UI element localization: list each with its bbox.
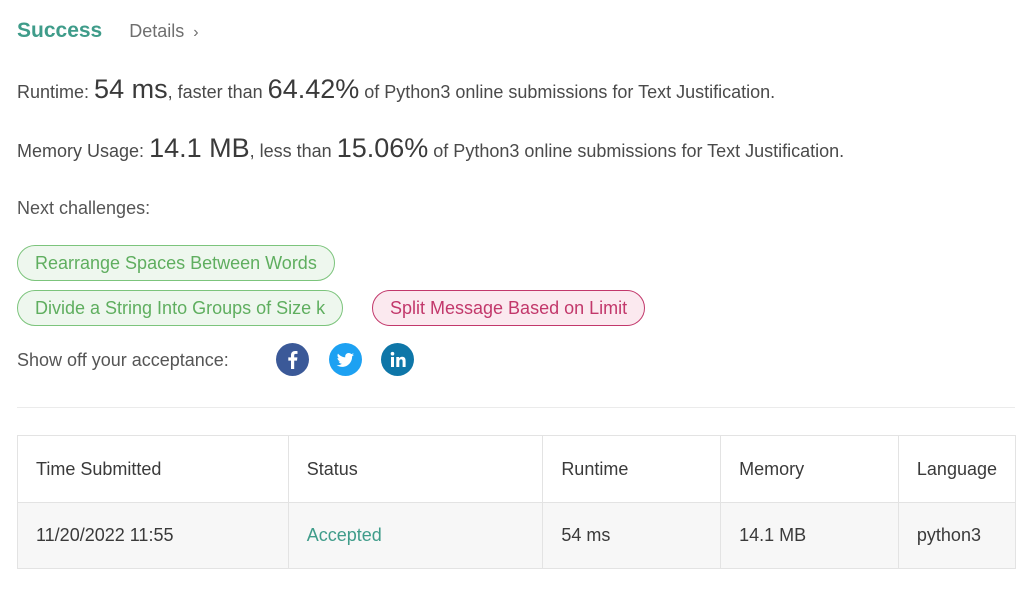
challenge-chip-split-message[interactable]: Split Message Based on Limit	[372, 290, 646, 326]
memory-stat: Memory Usage: 14.1 MB, less than 15.06% …	[17, 133, 845, 163]
twitter-icon[interactable]	[329, 343, 362, 376]
chevron-right-icon: ›	[193, 24, 199, 41]
runtime-stat: Runtime: 54 ms, faster than 64.42% of Py…	[17, 74, 776, 104]
column-header-status: Status	[287, 435, 544, 503]
column-header-time: Time Submitted	[17, 435, 289, 503]
memory-value: 14.1 MB	[149, 133, 250, 163]
memory-comparison: less than	[259, 141, 332, 161]
challenge-chip-divide-string[interactable]: Divide a String Into Groups of Size k	[17, 290, 344, 326]
cell-runtime: 54 ms	[542, 502, 722, 569]
memory-label: Memory Usage:	[17, 141, 145, 161]
facebook-icon[interactable]	[276, 343, 309, 376]
memory-suffix: of Python3 online submissions for Text J…	[433, 141, 845, 161]
cell-status-accepted-link[interactable]: Accepted	[287, 502, 544, 569]
next-challenges-label: Next challenges:	[17, 198, 151, 218]
table-row: 11/20/2022 11:55 Accepted 54 ms 14.1 MB …	[17, 502, 1017, 569]
cell-language: python3	[897, 502, 1017, 569]
column-header-language: Language	[897, 435, 1017, 503]
table-header-row: Time Submitted Status Runtime Memory Lan…	[17, 435, 1017, 503]
details-label: Details	[129, 21, 185, 41]
runtime-value: 54 ms	[94, 74, 168, 104]
memory-percent: 15.06%	[336, 133, 429, 163]
cell-time-submitted: 11/20/2022 11:55	[17, 502, 289, 569]
runtime-suffix: of Python3 online submissions for Text J…	[364, 82, 776, 102]
section-divider	[17, 407, 1015, 408]
runtime-comparison: faster than	[177, 82, 263, 102]
column-header-memory: Memory	[720, 435, 899, 503]
runtime-label: Runtime:	[17, 82, 90, 102]
share-label: Show off your acceptance:	[17, 350, 229, 370]
result-header: Success Details ›	[17, 19, 199, 43]
column-header-runtime: Runtime	[542, 435, 722, 503]
runtime-percent: 64.42%	[267, 74, 360, 104]
challenge-chip-rearrange-spaces[interactable]: Rearrange Spaces Between Words	[17, 245, 335, 281]
submissions-table: Time Submitted Status Runtime Memory Lan…	[17, 435, 1017, 569]
details-link[interactable]: Details ›	[129, 21, 198, 42]
cell-memory: 14.1 MB	[720, 502, 899, 569]
linkedin-icon[interactable]	[381, 343, 414, 376]
status-title: Success	[17, 19, 103, 42]
